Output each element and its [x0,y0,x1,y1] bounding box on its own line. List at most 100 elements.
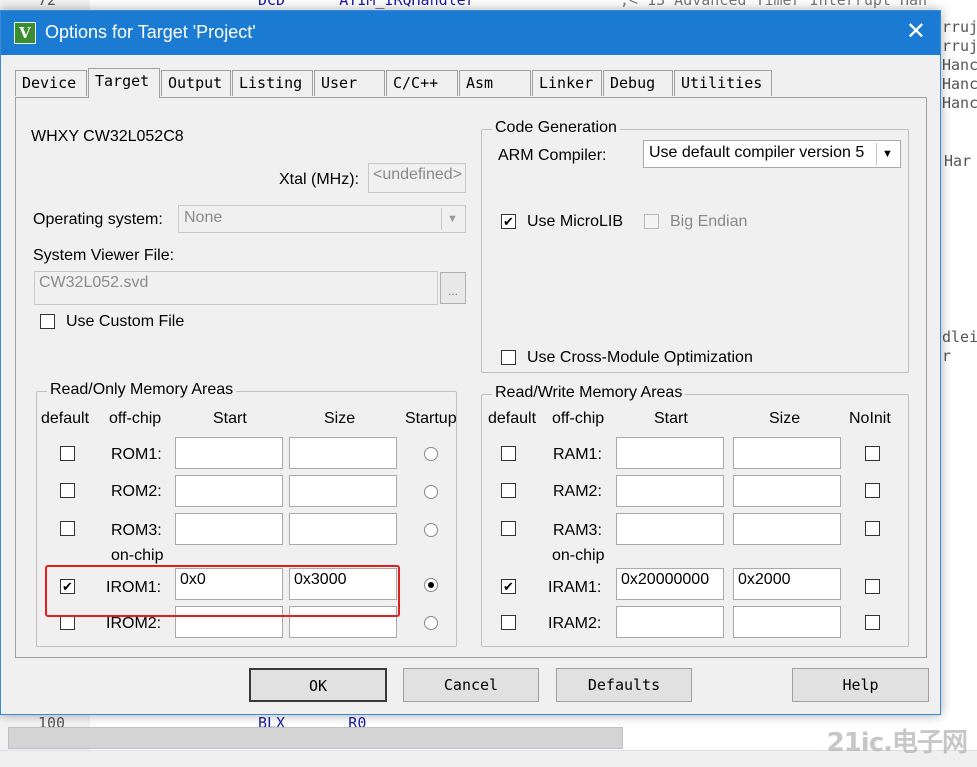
close-icon[interactable]: ✕ [906,19,926,45]
tab-output[interactable]: Output [161,70,231,96]
rom1-start-field[interactable] [175,437,283,469]
code-fragment: rruj [942,37,977,55]
irom1-startup-radio[interactable] [424,578,438,592]
big-endian-checkbox[interactable] [644,214,659,229]
ram2-noinit-checkbox[interactable] [865,483,880,498]
onchip-label: on-chip [552,547,605,564]
tab-linker[interactable]: Linker [532,70,602,96]
iram2-start-field[interactable] [616,606,724,638]
iram1-size-field[interactable]: 0x2000 [733,568,841,600]
rom3-startup-radio[interactable] [424,523,438,537]
tab-user[interactable]: User [314,70,385,96]
iram2-default-checkbox[interactable] [501,615,516,630]
tab-utilities[interactable]: Utilities [674,70,772,96]
rom2-default-checkbox[interactable] [60,483,75,498]
ram2-size-field[interactable] [733,475,841,507]
os-value: None [184,209,223,226]
ram3-label: RAM3: [553,522,602,539]
iram2-size-field[interactable] [733,606,841,638]
col-default: default [488,410,537,427]
code-fragment: dlei [942,328,977,346]
iram2-noinit-checkbox[interactable] [865,615,880,630]
iram2-label: IRAM2: [548,615,602,632]
rom2-size-field[interactable] [289,475,397,507]
code-fragment: Hanc [942,75,977,93]
defaults-button[interactable]: Defaults [556,668,692,702]
rom3-default-checkbox[interactable] [60,521,75,536]
code-line: DCD ATIM_IRQHandler [258,0,475,9]
onchip-label: on-chip [111,547,164,564]
use-microlib-label: Use MicroLIB [527,213,624,230]
rom1-default-checkbox[interactable] [60,446,75,461]
ram1-size-field[interactable] [733,437,841,469]
device-name: WHXY CW32L052C8 [31,128,184,145]
rom1-size-field[interactable] [289,437,397,469]
readwrite-memory-legend: Read/Write Memory Areas [492,384,686,402]
svd-label: System Viewer File: [33,247,175,264]
ram3-noinit-checkbox[interactable] [865,521,880,536]
col-size: Size [324,410,356,427]
ram3-size-field[interactable] [733,513,841,545]
xtal-label: Xtal (MHz): [279,171,359,188]
horizontal-scrollbar[interactable] [8,727,623,749]
rom2-start-field[interactable] [175,475,283,507]
watermark-logo: 21ic.电子网 [826,728,968,758]
ram1-label: RAM1: [553,446,602,463]
col-start: Start [213,410,247,427]
ram1-noinit-checkbox[interactable] [865,446,880,461]
target-tab-panel: WHXY CW32L052C8 Xtal (MHz): <undefined> … [15,97,927,658]
rom1-startup-radio[interactable] [424,447,438,461]
tab-debug[interactable]: Debug [603,70,673,96]
use-custom-file-checkbox[interactable] [40,314,55,329]
tab-target[interactable]: Target [88,68,160,98]
irom2-startup-radio[interactable] [424,616,438,630]
cross-module-label: Use Cross-Module Optimization [527,349,753,366]
irom2-default-checkbox[interactable] [60,615,75,630]
rom3-size-field[interactable] [289,513,397,545]
ok-button[interactable]: OK [249,668,387,702]
col-default: default [41,410,90,427]
options-dialog: V Options for Target 'Project' ✕ Device … [0,10,941,715]
iram1-start-field[interactable]: 0x20000000 [616,568,724,600]
ram1-default-checkbox[interactable] [501,446,516,461]
rom3-label: ROM3: [111,522,162,539]
dialog-title: Options for Target 'Project' [45,22,256,42]
ram3-start-field[interactable] [616,513,724,545]
irom2-label: IROM2: [106,615,162,632]
title-bar[interactable]: V Options for Target 'Project' ✕ [1,11,940,55]
help-button[interactable]: Help [792,668,929,702]
ram1-start-field[interactable] [616,437,724,469]
browse-button[interactable]: ... [440,272,466,304]
code-generation-legend: Code Generation [492,119,620,137]
col-noinit: NoInit [849,410,891,427]
rom3-start-field[interactable] [175,513,283,545]
chevron-down-icon: ▼ [441,208,463,230]
rom2-startup-radio[interactable] [424,485,438,499]
readonly-memory-legend: Read/Only Memory Areas [47,381,237,399]
col-size: Size [769,410,801,427]
svd-field[interactable]: CW32L052.svd [34,271,438,305]
use-microlib-checkbox[interactable]: ✔ [501,214,516,229]
iram1-label: IRAM1: [548,579,602,596]
use-custom-file-label: Use Custom File [66,313,185,330]
rom2-label: ROM2: [111,483,162,500]
iram1-default-checkbox[interactable]: ✔ [501,579,516,594]
code-fragment: rruj [942,18,977,36]
readwrite-memory-group: Read/Write Memory Areas default off-chip… [481,384,909,647]
os-select[interactable]: None ▼ [178,205,466,233]
arm-compiler-label: ARM Compiler: [498,147,607,164]
tab-asm[interactable]: Asm [459,70,531,96]
xtal-field[interactable]: <undefined> [368,163,466,193]
tab-listing[interactable]: Listing [232,70,313,96]
tab-device[interactable]: Device [15,70,87,96]
tab-cpp[interactable]: C/C++ [386,70,458,96]
ram2-start-field[interactable] [616,475,724,507]
iram1-noinit-checkbox[interactable] [865,579,880,594]
code-fragment: Har [944,152,972,170]
cross-module-checkbox[interactable] [501,350,516,365]
code-comment: ;< 13 Advanced Timer Interrupt Han [620,0,928,9]
cancel-button[interactable]: Cancel [403,668,539,702]
ram3-default-checkbox[interactable] [501,521,516,536]
ram2-default-checkbox[interactable] [501,483,516,498]
arm-compiler-select[interactable]: Use default compiler version 5 ▼ [643,140,901,168]
